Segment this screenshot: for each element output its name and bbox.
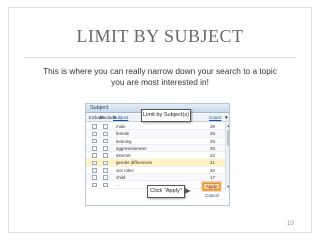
callout-pointer-arrow [184, 188, 191, 194]
callout-click-apply: Click "Apply" [147, 185, 185, 198]
list-item: learning 29 [86, 138, 225, 145]
subject-name: female [116, 131, 130, 137]
include-checkbox[interactable] [92, 160, 97, 166]
list-item: aggressiveness 25 [86, 144, 225, 153]
exclude-checkbox[interactable] [103, 153, 108, 158]
subject-name: ... [116, 182, 120, 188]
subject-count: 29 [210, 138, 215, 144]
scroll-down-icon[interactable]: ▼ [226, 184, 229, 189]
list-item: female 29 [86, 130, 225, 138]
include-checkbox[interactable] [92, 124, 97, 129]
exclude-checkbox[interactable] [103, 160, 108, 166]
subject-name: sex roles [116, 167, 134, 173]
exclude-checkbox[interactable] [103, 146, 108, 151]
slide-title: LIMIT BY SUBJECT [76, 26, 244, 46]
subject-count: 22 [210, 153, 215, 159]
exclude-checkbox[interactable] [103, 175, 108, 180]
subject-name: gender differences [116, 160, 153, 166]
list-scrollbar[interactable]: ▲ ▼ [225, 123, 229, 189]
subject-name: child [116, 175, 126, 181]
sort-down-icon: ▼ [224, 115, 229, 120]
include-checkbox[interactable] [92, 138, 97, 144]
title-divider [24, 57, 296, 58]
page-number: 10 [287, 221, 294, 227]
slide: LIMIT BY SUBJECT This is where you can r… [0, 0, 320, 240]
include-checkbox[interactable] [92, 175, 97, 180]
subject-list: male 29 female 29 learning 29 aggressive… [86, 123, 225, 189]
list-item: sex roles 20 [86, 167, 225, 175]
include-checkbox[interactable] [92, 153, 97, 158]
subject-count: 20 [210, 167, 215, 173]
list-item: internet 22 [86, 152, 225, 160]
column-count-sort-link[interactable]: Count [209, 115, 221, 120]
list-item: child 17 [86, 174, 225, 182]
subject-name: aggressiveness [116, 145, 147, 151]
list-item-highlighted: gender differences 21 [86, 159, 225, 167]
exclude-checkbox[interactable] [103, 131, 108, 137]
list-item: male 29 [86, 123, 225, 131]
subject-count: 21 [210, 160, 215, 166]
callout-limit-by-subject: Limit by Subject(s) [141, 109, 191, 122]
slide-subtitle: This is where you can really narrow down… [43, 66, 277, 87]
exclude-checkbox[interactable] [103, 124, 108, 129]
cancel-link[interactable]: Cancel [205, 193, 219, 198]
subject-count: 29 [210, 124, 215, 129]
exclude-checkbox[interactable] [103, 182, 108, 188]
subject-name: learning [116, 138, 132, 144]
subject-count: 25 [210, 145, 215, 151]
dialog-header-label: Subject [90, 105, 109, 111]
subject-name: internet [116, 153, 131, 159]
exclude-checkbox[interactable] [103, 138, 108, 144]
exclude-checkbox[interactable] [103, 168, 108, 173]
scroll-up-icon[interactable]: ▲ [226, 123, 229, 128]
apply-button[interactable]: Apply [203, 183, 220, 190]
include-checkbox[interactable] [92, 168, 97, 173]
subject-name: male [116, 124, 126, 129]
column-subject-sort-link[interactable]: Subject [113, 115, 128, 120]
scroll-thumb[interactable] [227, 130, 229, 146]
include-checkbox[interactable] [92, 182, 97, 188]
subject-count: 17 [210, 175, 215, 181]
include-checkbox[interactable] [92, 146, 97, 151]
include-checkbox[interactable] [92, 131, 97, 137]
subject-count: 29 [210, 131, 215, 137]
